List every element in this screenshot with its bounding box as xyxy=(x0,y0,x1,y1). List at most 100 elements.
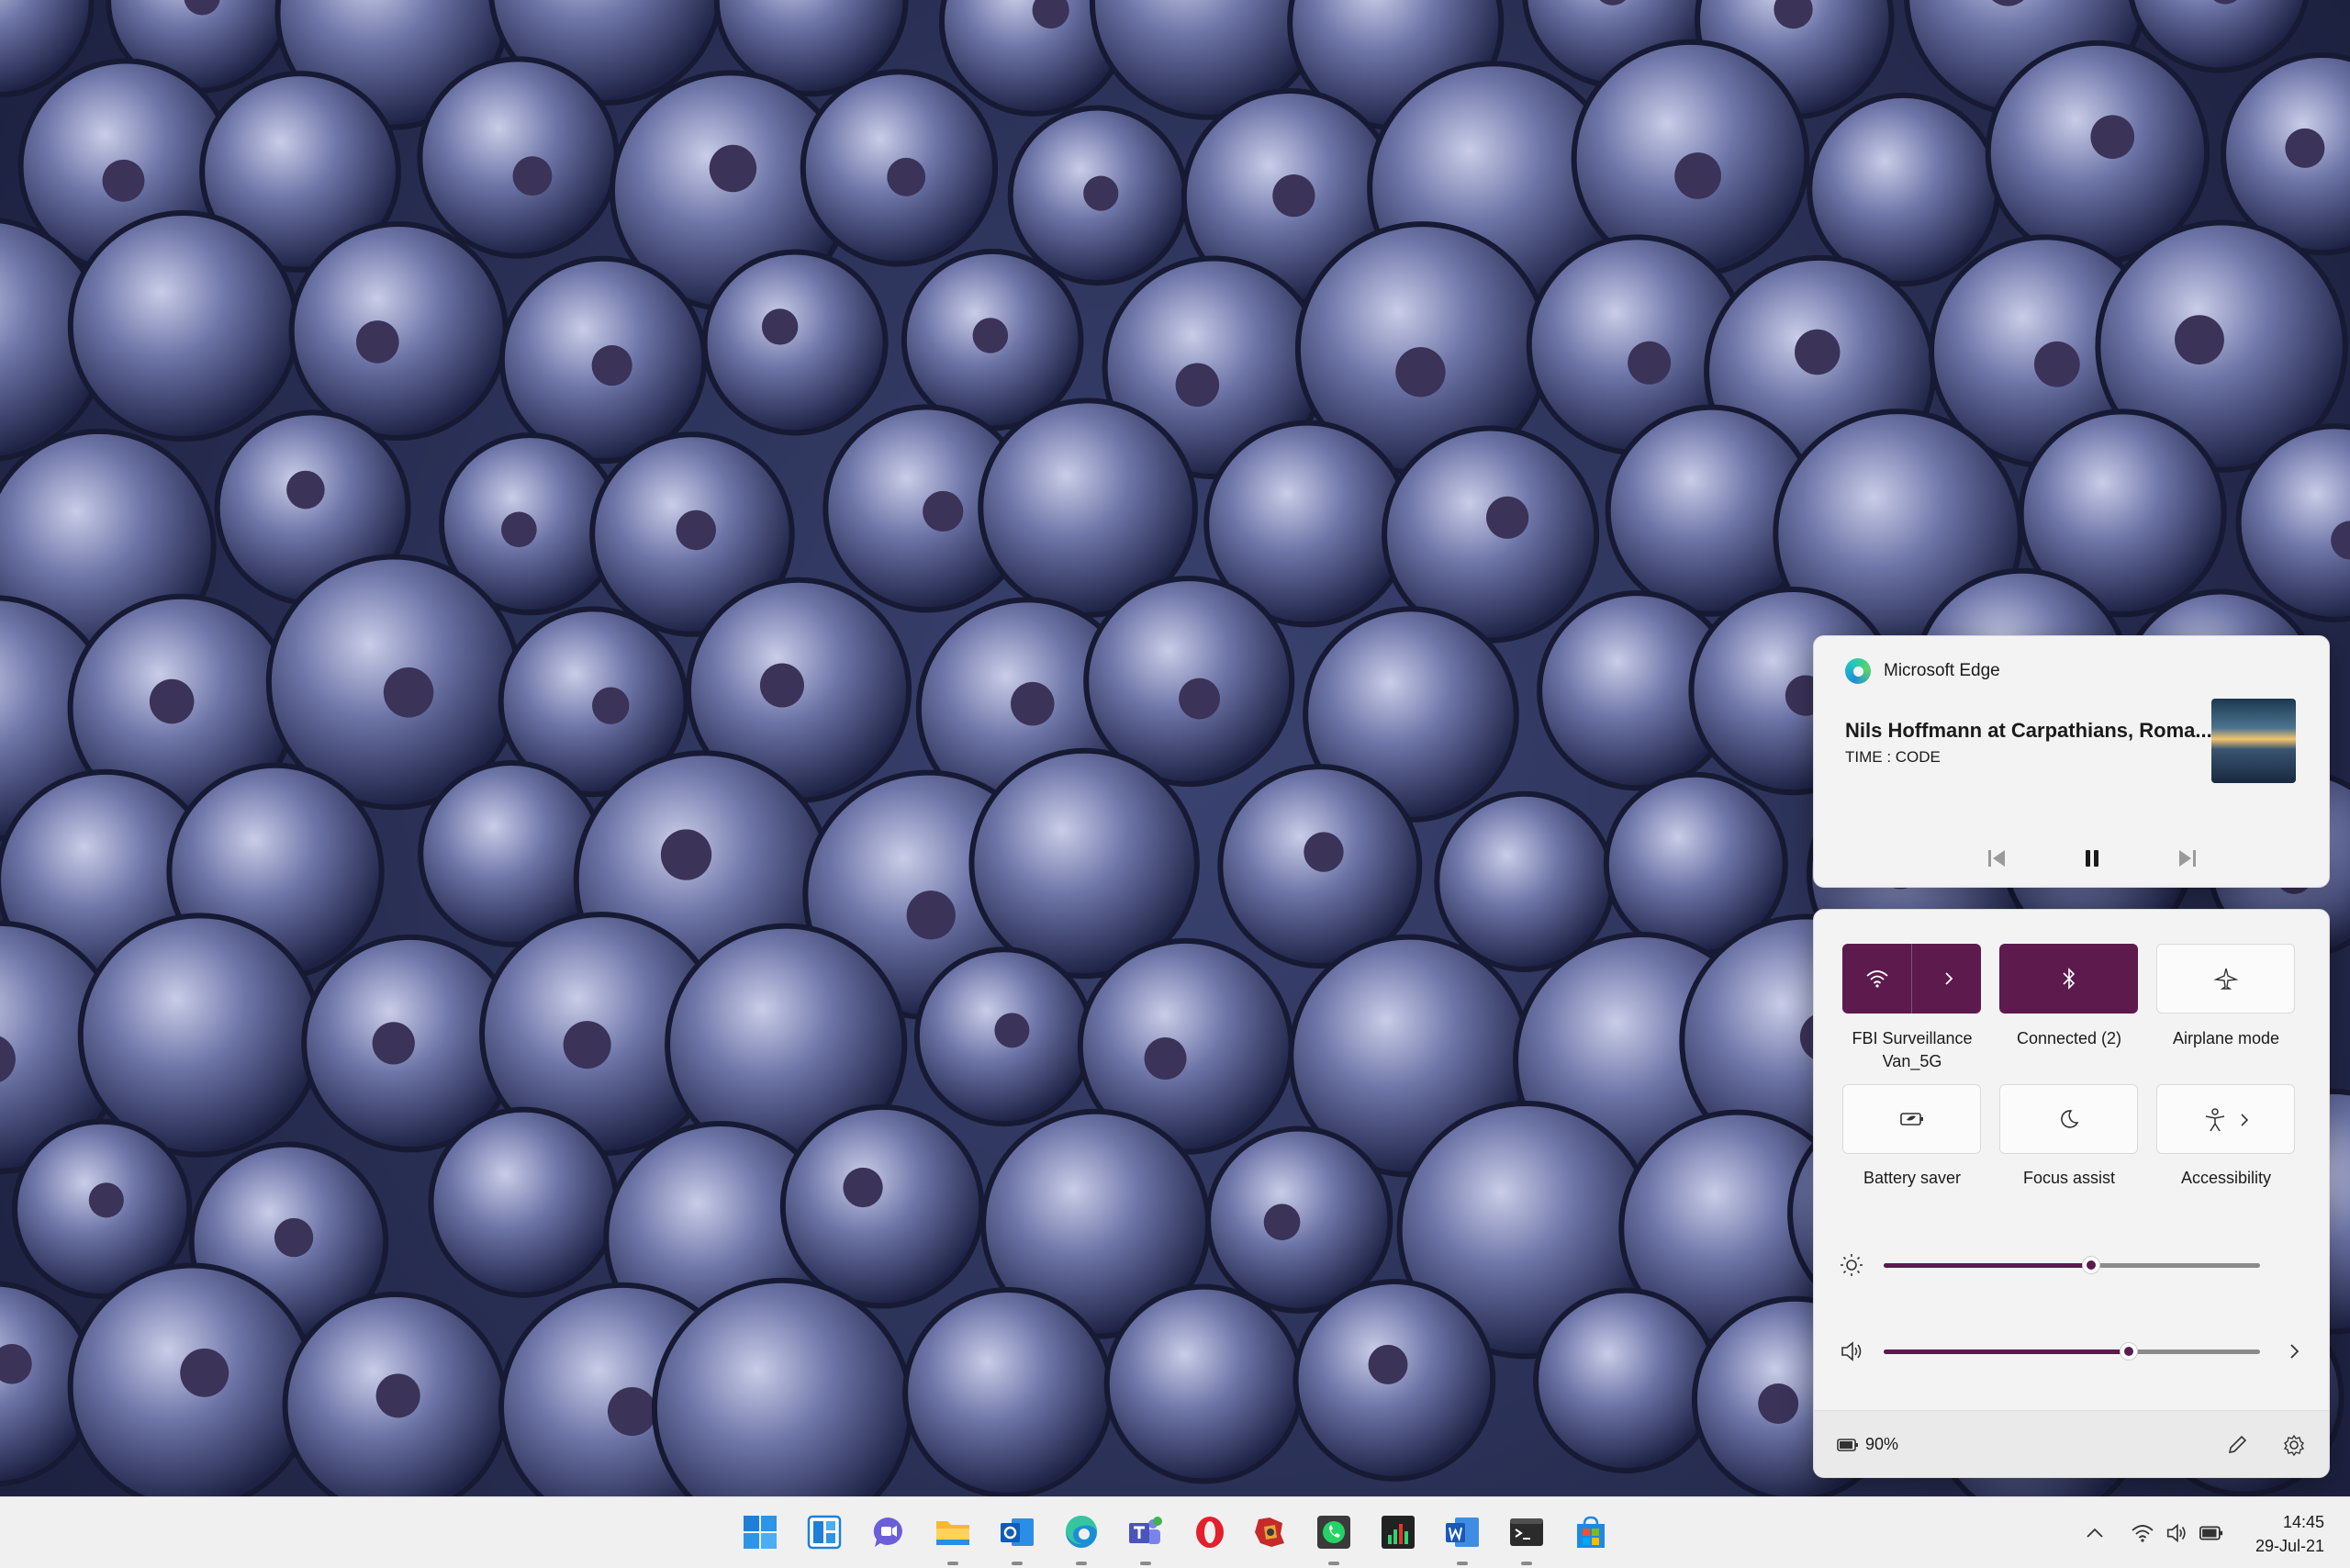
running-indicator xyxy=(1457,1562,1468,1565)
clock[interactable]: 14:45 29-Jul-21 xyxy=(2255,1510,2324,1558)
battery-saver-label: Battery saver xyxy=(1863,1169,1962,1187)
previous-track-button[interactable] xyxy=(1975,840,2019,877)
media-controls xyxy=(1814,840,2329,877)
blueberry-crown xyxy=(709,144,757,193)
brightness-slider-thumb[interactable] xyxy=(2081,1256,2100,1274)
blueberry-crown xyxy=(102,159,145,202)
taskbar: 14:45 29-Jul-21 xyxy=(0,1496,2350,1568)
system-tray xyxy=(2082,1497,2108,1568)
blueberry-crown xyxy=(843,1167,883,1208)
accessibility-label: Accessibility xyxy=(2180,1169,2272,1187)
blueberry xyxy=(428,1106,620,1298)
opera-button[interactable] xyxy=(1189,1511,1231,1553)
wifi-tray-icon xyxy=(2132,1524,2154,1542)
blueberry-crown xyxy=(372,1022,415,1065)
accessibility-icon xyxy=(2205,1108,2225,1132)
task-manager-icon xyxy=(1382,1516,1415,1549)
blueberry xyxy=(77,913,323,1158)
quick-settings-tray-button[interactable] xyxy=(2130,1497,2225,1568)
blueberry-crown xyxy=(607,1387,657,1437)
blueberry-crown xyxy=(512,156,553,196)
whatsapp-icon xyxy=(1317,1516,1350,1549)
running-indicator xyxy=(1521,1562,1532,1565)
media-artist: TIME : CODE xyxy=(1845,748,1941,766)
blueberry-crown xyxy=(1304,832,1344,872)
battery-saver-tile[interactable] xyxy=(1842,1084,1981,1154)
running-indicator xyxy=(1012,1562,1023,1565)
blueberry-crown xyxy=(906,890,956,940)
word-button[interactable] xyxy=(1441,1511,1483,1553)
opera-icon xyxy=(1196,1517,1224,1548)
bluetooth-tile[interactable] xyxy=(1999,944,2138,1014)
blueberry xyxy=(67,209,299,442)
pause-button[interactable] xyxy=(2070,840,2114,877)
task-manager-button[interactable] xyxy=(1377,1511,1419,1553)
quick-settings-panel: FBI Surveillance Van_5G Connected (2) Ai… xyxy=(1813,909,2330,1478)
widgets-button[interactable] xyxy=(803,1511,845,1553)
terminal-button[interactable] xyxy=(1505,1511,1548,1553)
next-track-button[interactable] xyxy=(2165,840,2210,877)
blueberry-crown xyxy=(501,511,537,548)
airplane-mode-tile[interactable] xyxy=(2156,944,2295,1014)
battery-icon[interactable] xyxy=(1836,1436,1860,1454)
airplane-mode-label: Airplane mode xyxy=(2172,1029,2280,1047)
media-app-row: Microsoft Edge xyxy=(1845,658,2000,684)
chat-icon xyxy=(873,1517,902,1547)
blueberry-crown xyxy=(676,510,717,551)
battery-tray-icon xyxy=(2199,1526,2223,1540)
outlook-button[interactable] xyxy=(996,1511,1038,1553)
previous-icon xyxy=(1988,850,2005,867)
blueberry-crown xyxy=(2285,128,2325,168)
running-indicator xyxy=(1140,1562,1151,1565)
battery-saver-icon xyxy=(1899,1113,1923,1126)
store-button[interactable] xyxy=(1570,1511,1612,1553)
running-indicator xyxy=(1076,1562,1087,1565)
edge-button[interactable] xyxy=(1060,1511,1102,1553)
blueberry-crown xyxy=(2090,115,2135,159)
volume-slider[interactable] xyxy=(1884,1342,2260,1361)
blueberry xyxy=(1533,1287,1719,1474)
puzzle-app-button[interactable] xyxy=(1248,1511,1291,1553)
chevron-right-icon[interactable] xyxy=(2284,1341,2304,1361)
chat-button[interactable] xyxy=(867,1511,910,1553)
wifi-tile[interactable] xyxy=(1842,944,1981,1014)
blueberry-crown xyxy=(759,663,804,708)
blueberry-crown xyxy=(563,1021,611,1070)
start-button[interactable] xyxy=(739,1511,781,1553)
whatsapp-button[interactable] xyxy=(1313,1511,1355,1553)
chevron-right-icon[interactable] xyxy=(2236,1111,2253,1129)
wifi-label: FBI Surveillance Van_5G xyxy=(1852,1029,1973,1070)
blueberry-crown xyxy=(972,318,1009,353)
clock-date: 29-Jul-21 xyxy=(2255,1537,2324,1555)
edit-pencil-icon[interactable] xyxy=(2225,1433,2249,1457)
brightness-slider[interactable] xyxy=(1884,1256,2260,1274)
blueberry-crown xyxy=(1144,1037,1187,1080)
widgets-icon xyxy=(807,1515,842,1550)
blueberry-crown xyxy=(286,470,325,510)
show-hidden-icons-chevron-up-icon[interactable] xyxy=(2082,1520,2108,1546)
volume-tray-icon xyxy=(2166,1523,2186,1542)
focus-assist-tile[interactable] xyxy=(1999,1084,2138,1154)
blueberry-crown xyxy=(1674,152,1721,199)
blueberry-crown xyxy=(1486,496,1529,539)
blueberry-crown xyxy=(994,1013,1030,1048)
blueberry-crown xyxy=(355,320,399,364)
album-art-thumbnail[interactable] xyxy=(2211,699,2296,783)
blueberry-crown xyxy=(1011,681,1055,726)
settings-gear-icon[interactable] xyxy=(2282,1433,2306,1457)
blueberry-crown xyxy=(591,345,632,386)
wifi-icon xyxy=(1866,970,1888,988)
blueberry-crown xyxy=(1368,1344,1408,1384)
brightness-slider-fill xyxy=(1884,1263,2091,1268)
blueberry xyxy=(701,249,889,436)
accessibility-tile[interactable] xyxy=(2156,1084,2295,1154)
teams-button[interactable] xyxy=(1125,1511,1167,1553)
volume-slider-thumb[interactable] xyxy=(2119,1342,2138,1361)
blueberry-crown xyxy=(1175,363,1220,408)
blueberry xyxy=(1434,790,1616,972)
clock-time: 14:45 xyxy=(2282,1513,2324,1531)
speaker-icon[interactable] xyxy=(1839,1338,1864,1364)
blueberry xyxy=(1103,1283,1304,1484)
chevron-right-icon[interactable] xyxy=(1940,969,1958,988)
file-explorer-button[interactable] xyxy=(932,1511,974,1553)
